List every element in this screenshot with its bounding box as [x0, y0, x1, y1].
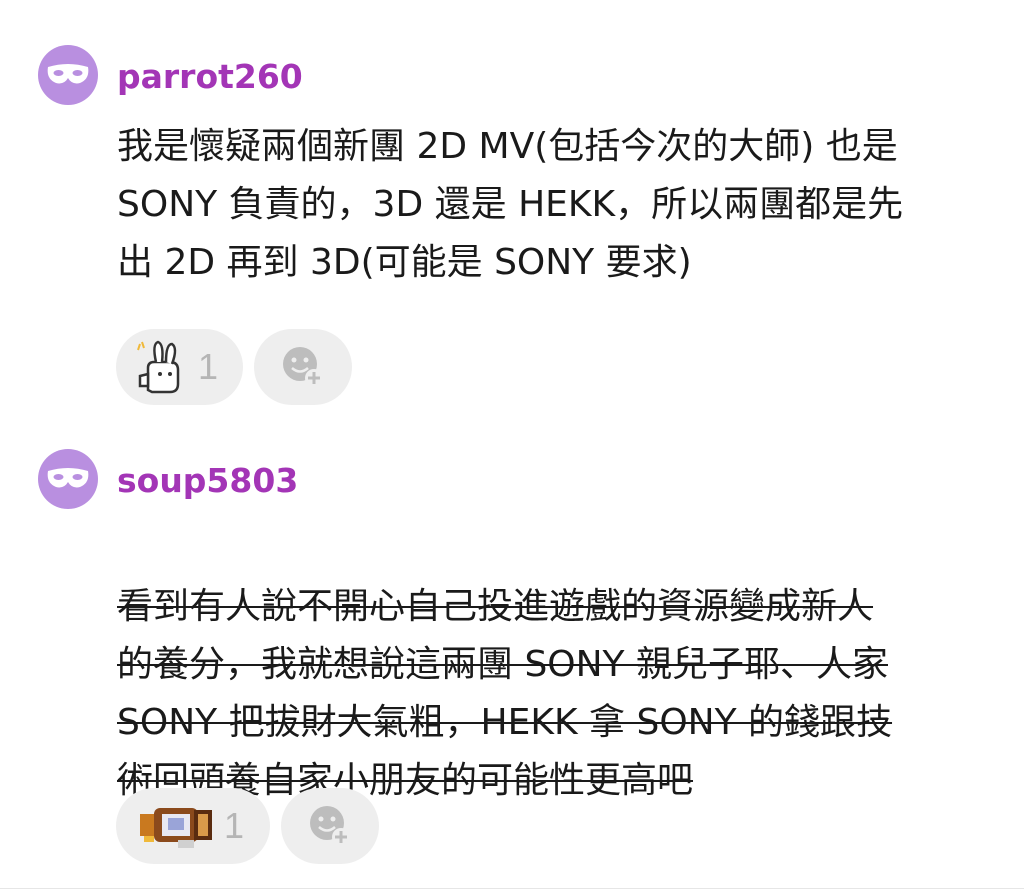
add-reaction-button[interactable]	[254, 329, 352, 405]
add-emoji-icon	[310, 806, 350, 846]
username[interactable]: soup5803	[117, 461, 298, 501]
comment-item: parrot260 我是懷疑兩個新團 2D MV(包括今次的大師) 也是 SON…	[0, 0, 1024, 440]
divider	[0, 888, 1024, 889]
avatar[interactable]	[38, 45, 98, 105]
reaction-count: 1	[198, 346, 219, 387]
struck-comment-text: 看到有人說不開心自己投進遊戲的資源變成新人 的養分，我就想說這兩團 SONY 親…	[117, 586, 893, 801]
reaction-button[interactable]: 1	[116, 329, 243, 405]
avatar[interactable]	[38, 449, 98, 509]
username[interactable]: parrot260	[117, 57, 303, 97]
add-reaction-button[interactable]	[281, 788, 379, 864]
add-emoji-icon	[283, 347, 323, 387]
comment-item: soup5803 看到有人說不開心自己投進遊戲的資源變成新人 的養分，我就想說這…	[0, 440, 1024, 890]
reaction-button[interactable]: 1	[116, 788, 270, 864]
bunny-sticker-icon	[137, 340, 180, 394]
comment-text: 看到有人說不開心自己投進遊戲的資源變成新人 的養分，我就想說這兩團 SONY 親…	[117, 520, 987, 810]
mask-icon	[47, 468, 89, 488]
reaction-count: 1	[224, 805, 245, 846]
mask-icon	[47, 64, 89, 84]
pixel-sticker-icon	[140, 808, 212, 848]
comment-text: 我是懷疑兩個新團 2D MV(包括今次的大師) 也是 SONY 負責的，3D 還…	[117, 126, 904, 283]
